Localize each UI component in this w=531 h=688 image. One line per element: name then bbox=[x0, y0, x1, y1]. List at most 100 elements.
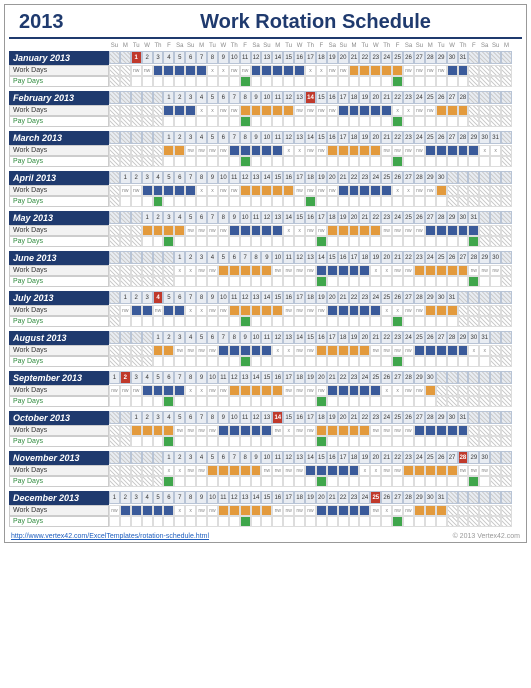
pay-cell bbox=[294, 436, 305, 447]
work-cell bbox=[468, 65, 479, 76]
pay-cell bbox=[196, 356, 207, 367]
pay-cell bbox=[174, 436, 185, 447]
work-cell bbox=[381, 65, 392, 76]
pay-cell bbox=[305, 116, 316, 127]
date-cell: 26 bbox=[425, 331, 436, 344]
date-cell: 11 bbox=[261, 331, 272, 344]
work-cell bbox=[131, 65, 142, 76]
work-cell bbox=[196, 105, 207, 116]
date-cell: 14 bbox=[283, 211, 294, 224]
date-cell: 6 bbox=[163, 491, 174, 504]
pay-cell bbox=[174, 116, 185, 127]
date-cell: 14 bbox=[261, 291, 272, 304]
pay-cell bbox=[294, 116, 305, 127]
pay-cell bbox=[468, 476, 479, 487]
work-cell bbox=[327, 505, 338, 516]
work-cell bbox=[501, 385, 512, 396]
work-cell bbox=[261, 265, 272, 276]
work-cell bbox=[349, 185, 360, 196]
date-cell: 21 bbox=[370, 331, 381, 344]
date-cell: 14 bbox=[251, 371, 262, 384]
pay-cell bbox=[479, 356, 490, 367]
pay-cell bbox=[261, 436, 272, 447]
pay-cell bbox=[349, 276, 360, 287]
work-cell bbox=[283, 145, 294, 156]
date-cell bbox=[120, 251, 131, 264]
pay-cell bbox=[261, 356, 272, 367]
work-cell bbox=[185, 345, 196, 356]
pay-cell bbox=[185, 316, 196, 327]
pay-cell bbox=[458, 156, 469, 167]
work-cell bbox=[120, 105, 131, 116]
date-cell: 8 bbox=[185, 491, 196, 504]
work-cell bbox=[251, 145, 262, 156]
pay-cell bbox=[207, 436, 218, 447]
date-cell: 18 bbox=[316, 411, 327, 424]
date-cell: 5 bbox=[153, 371, 164, 384]
date-cell: 21 bbox=[392, 251, 403, 264]
work-cell bbox=[153, 105, 164, 116]
work-cell bbox=[294, 305, 305, 316]
pay-cell bbox=[240, 476, 251, 487]
work-cell bbox=[153, 305, 164, 316]
work-cell bbox=[392, 265, 403, 276]
work-cell bbox=[218, 65, 229, 76]
date-cell: 17 bbox=[294, 291, 305, 304]
pay-cell bbox=[349, 236, 360, 247]
pay-cell bbox=[196, 396, 207, 407]
pay-row: Pay Days bbox=[9, 236, 522, 247]
pay-cell bbox=[436, 476, 447, 487]
work-cell bbox=[447, 225, 458, 236]
work-cell bbox=[490, 185, 501, 196]
work-cell bbox=[163, 345, 174, 356]
pay-row: Pay Days bbox=[9, 196, 522, 207]
pay-cell bbox=[185, 276, 196, 287]
work-cell bbox=[305, 305, 316, 316]
pay-cell bbox=[316, 196, 327, 207]
work-cell bbox=[196, 425, 207, 436]
date-cell: 22 bbox=[338, 371, 349, 384]
work-cell bbox=[403, 185, 414, 196]
work-cell bbox=[447, 385, 458, 396]
pay-cell bbox=[131, 276, 142, 287]
pay-cell bbox=[305, 436, 316, 447]
date-row: 1234567891011121314151617181920212223242… bbox=[109, 291, 522, 305]
pay-cell bbox=[316, 356, 327, 367]
pay-cell bbox=[479, 156, 490, 167]
work-cell bbox=[316, 425, 327, 436]
date-cell: 15 bbox=[316, 91, 327, 104]
work-cell bbox=[153, 505, 164, 516]
pay-cell bbox=[447, 516, 458, 527]
pay-cell bbox=[381, 276, 392, 287]
date-cell: 6 bbox=[185, 411, 196, 424]
pay-cell bbox=[338, 436, 349, 447]
pay-cell bbox=[294, 396, 305, 407]
date-cell: 11 bbox=[218, 491, 229, 504]
date-cell: 1 bbox=[142, 211, 153, 224]
date-cell: 11 bbox=[229, 171, 240, 184]
date-cell: 25 bbox=[381, 291, 392, 304]
work-cell bbox=[370, 385, 381, 396]
pay-cell bbox=[272, 516, 283, 527]
date-cell bbox=[479, 211, 490, 224]
pay-cell bbox=[359, 196, 370, 207]
month-block: September 201312345678910111213141516171… bbox=[9, 371, 522, 407]
pay-cell bbox=[153, 156, 164, 167]
work-cell bbox=[109, 265, 120, 276]
work-cell bbox=[207, 505, 218, 516]
dow-cell: Th bbox=[229, 43, 240, 49]
pay-cell bbox=[327, 276, 338, 287]
date-cell: 23 bbox=[403, 131, 414, 144]
work-cell bbox=[370, 465, 381, 476]
pay-cell bbox=[414, 156, 425, 167]
source-link[interactable]: http://www.vertex42.com/ExcelTemplates/r… bbox=[11, 533, 209, 540]
date-cell: 21 bbox=[381, 451, 392, 464]
work-cell bbox=[458, 185, 469, 196]
pay-cell bbox=[414, 476, 425, 487]
dow-cell: M bbox=[349, 43, 360, 49]
date-cell bbox=[479, 51, 490, 64]
pay-cell bbox=[218, 236, 229, 247]
work-cell bbox=[359, 305, 370, 316]
pay-cell bbox=[261, 76, 272, 87]
pay-cell bbox=[283, 356, 294, 367]
